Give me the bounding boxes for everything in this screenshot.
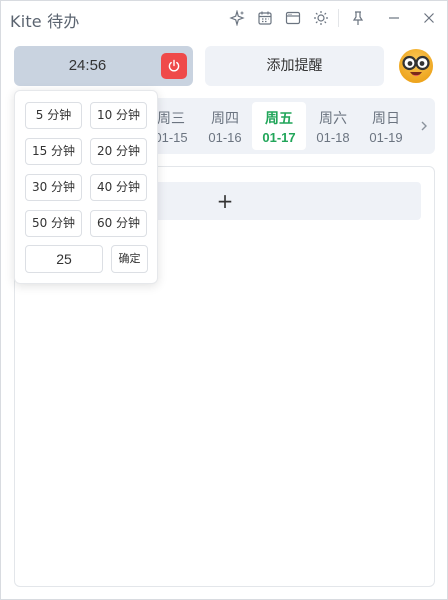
custom-minutes-input[interactable]: 25 [25, 245, 103, 273]
sun-icon[interactable] [312, 9, 330, 27]
pin-icon[interactable] [349, 9, 367, 27]
day-sunday[interactable]: 周日 01-19 [359, 102, 413, 150]
day-name: 周四 [211, 111, 239, 127]
day-date: 01-16 [208, 130, 242, 145]
calendar-icon[interactable] [256, 9, 274, 27]
duration-option-20[interactable]: 20 分钟 [90, 138, 147, 165]
duration-option-30[interactable]: 30 分钟 [25, 174, 82, 201]
sparkle-icon[interactable] [228, 9, 246, 27]
power-icon [168, 59, 180, 72]
day-date: 01-17 [262, 130, 296, 145]
timer-duration-popover: 5 分钟 10 分钟 15 分钟 20 分钟 30 分钟 40 分钟 50 分钟… [14, 90, 158, 284]
duration-option-60[interactable]: 60 分钟 [90, 210, 147, 237]
close-icon[interactable] [420, 9, 438, 27]
chevron-right-icon[interactable] [417, 118, 431, 134]
day-name: 周日 [372, 111, 400, 127]
duration-option-15[interactable]: 15 分钟 [25, 138, 82, 165]
day-date: 01-18 [316, 130, 350, 145]
day-friday-selected[interactable]: 周五 01-17 [252, 102, 306, 150]
day-name: 周五 [265, 111, 293, 127]
duration-option-10[interactable]: 10 分钟 [90, 102, 147, 129]
app-title: Kite 待办 [10, 12, 80, 31]
add-reminder-button[interactable]: 添加提醒 [205, 46, 384, 86]
minimize-icon[interactable] [385, 9, 403, 27]
day-thursday[interactable]: 周四 01-16 [198, 102, 252, 150]
day-name: 周六 [319, 111, 347, 127]
duration-option-5[interactable]: 5 分钟 [25, 102, 82, 129]
day-date: 01-19 [369, 130, 403, 145]
titlebar-divider [338, 9, 339, 27]
title-bar: Kite 待办 [1, 1, 447, 35]
timer-stop-button[interactable] [161, 53, 187, 79]
timer-display: 24:56 [68, 57, 107, 74]
window-icon[interactable] [284, 9, 302, 27]
duration-option-50[interactable]: 50 分钟 [25, 210, 82, 237]
day-saturday[interactable]: 周六 01-18 [306, 102, 360, 150]
focus-timer-button[interactable]: 24:56 [14, 46, 193, 86]
duration-option-40[interactable]: 40 分钟 [90, 174, 147, 201]
avatar[interactable] [397, 47, 435, 85]
confirm-button[interactable]: 确定 [111, 245, 148, 273]
